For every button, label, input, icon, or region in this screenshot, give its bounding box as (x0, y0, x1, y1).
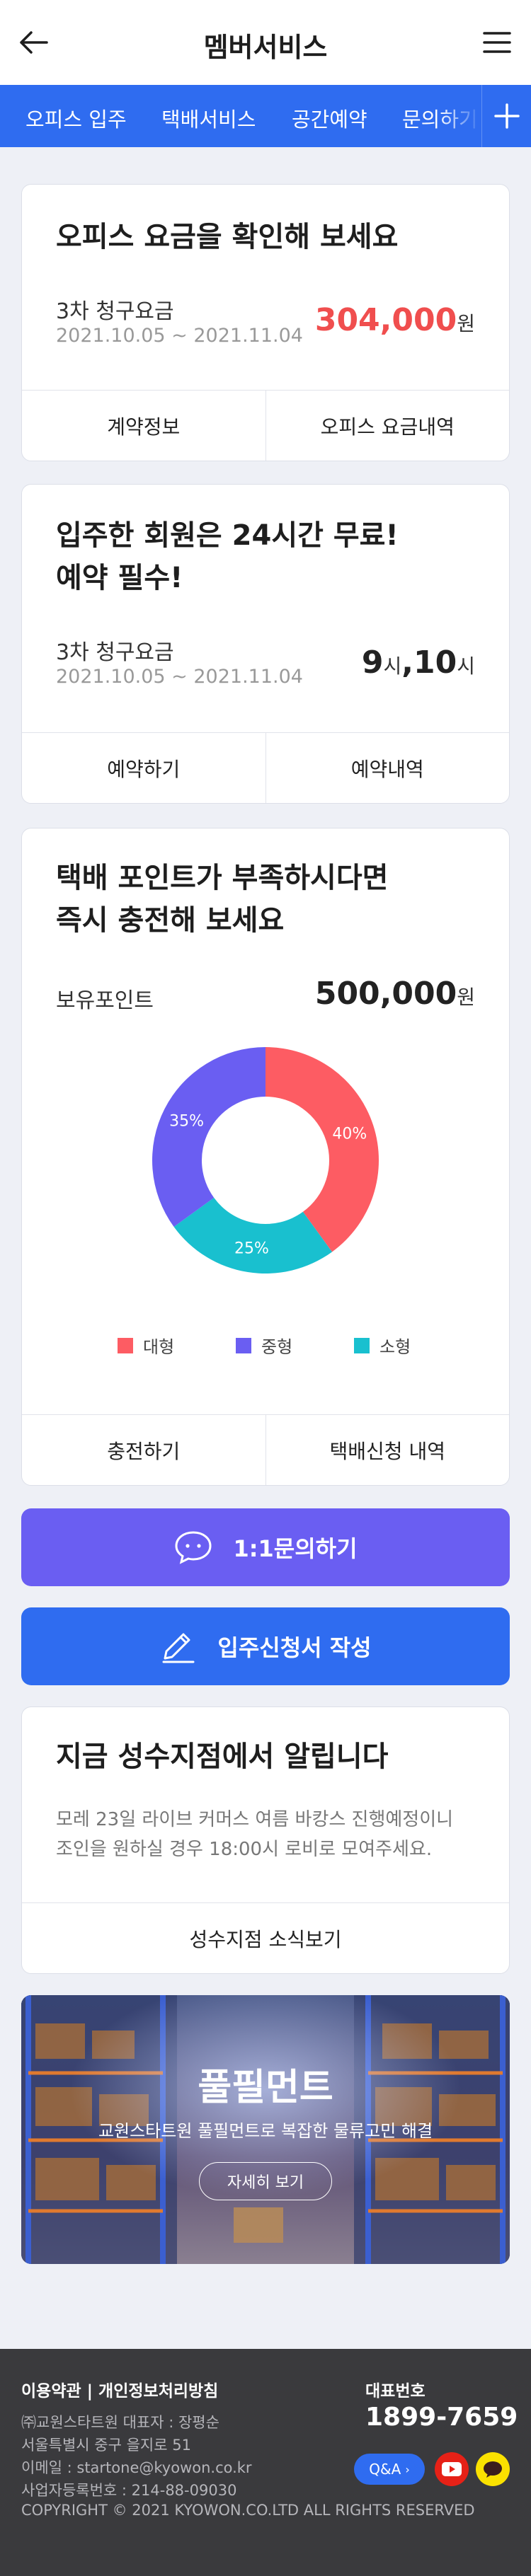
meeting-card-buttons: 예약하기 예약내역 (22, 732, 509, 803)
inquiry-label: 1:1문의하기 (233, 1535, 358, 1562)
copyright: COPYRIGHT © 2021 KYOWON.CO.LTD ALL RIGHT… (21, 2502, 475, 2519)
points-unit: 원 (457, 986, 475, 1009)
points-value: 500,000 (314, 976, 457, 1012)
bill-label: 3차 청구요금 (56, 299, 174, 324)
company-info: ㈜교원스타트원 대표자 : 장평순 (21, 2414, 219, 2431)
rep-number[interactable]: 1899-7659 (365, 2403, 518, 2432)
tab-office[interactable]: 오피스 입주 (25, 103, 127, 133)
chat-bubble-icon (173, 1530, 213, 1565)
qa-label: Q&A (369, 2461, 401, 2478)
legend-swatch-2 (354, 1337, 370, 1353)
office-card-buttons: 계약정보 오피스 요금내역 (22, 390, 509, 461)
reserve-button[interactable]: 예약하기 (22, 733, 266, 803)
qa-button[interactable]: Q&A › (354, 2454, 425, 2485)
apply-form-button[interactable]: 입주신청서 작성 (21, 1607, 510, 1685)
contract-info-button[interactable]: 계약정보 (22, 391, 266, 461)
kakaotalk-icon[interactable] (476, 2452, 510, 2486)
branch-news-button[interactable]: 성수지점 소식보기 (22, 1903, 509, 1973)
charge-button[interactable]: 충전하기 (22, 1415, 266, 1485)
usage-hours: 9시,10시 (362, 645, 475, 681)
app-header: 멤버서비스 (0, 0, 531, 85)
donut-slice-0 (266, 1047, 379, 1252)
reservation-history-button[interactable]: 예약내역 (265, 733, 510, 803)
plus-icon[interactable] (481, 85, 531, 147)
notice-card-buttons: 성수지점 소식보기 (22, 1902, 509, 1973)
card-title-line2: 즉시 충전해 보세요 (56, 904, 285, 937)
page-title: 멤버서비스 (203, 32, 328, 63)
legend-swatch-1 (236, 1337, 251, 1353)
count-value: 10 (413, 645, 457, 681)
hours-value: 9 (361, 645, 384, 681)
banner-title: 풀필먼트 (198, 2067, 333, 2109)
legend-item-0: 대형 (118, 1333, 174, 1358)
banner-more-button[interactable]: 자세히 보기 (199, 2162, 332, 2200)
business-number: 사업자등록번호 : 214-88-09030 (21, 2482, 237, 2499)
points-amount: 500,000원 (315, 976, 475, 1012)
pencil-icon (159, 1629, 198, 1664)
legend-label-1: 중형 (261, 1337, 293, 1357)
donut-slice-2 (152, 1047, 266, 1228)
parcel-history-button[interactable]: 택배신청 내역 (265, 1415, 510, 1485)
parcel-size-donut-chart: 40% 25% 35% (152, 1047, 379, 1273)
terms-privacy-links[interactable]: 이용약관 | 개인정보처리방침 (21, 2377, 218, 2401)
chevron-right-icon: › (405, 2462, 410, 2476)
inquiry-button[interactable]: 1:1문의하기 (21, 1508, 510, 1586)
bill-amount: 304,000원 (315, 302, 475, 338)
card-title-line1: 택배 포인트가 부족하시다면 (56, 862, 389, 894)
donut-slice-label-2: 35% (169, 1112, 204, 1130)
company-email: 이메일 : startone@kyowon.co.kr (21, 2459, 252, 2476)
card-title: 오피스 요금을 확인해 보세요 (56, 221, 399, 253)
bill-period: 2021.10.05 ~ 2021.11.04 (56, 325, 303, 347)
banner-subtitle: 교원스타트원 풀필먼트로 복잡한 물류고민 해결 (98, 2121, 433, 2141)
donut-slice-label-0: 40% (332, 1125, 367, 1143)
card-title-line1: 입주한 회원은 24시간 무료! (56, 519, 399, 552)
legend-label-0: 대형 (143, 1337, 175, 1357)
branch-notice-card: 지금 성수지점에서 알립니다 모레 23일 라이브 커머스 여름 바캉스 진행예… (21, 1706, 510, 1974)
service-tabs: 오피스 입주 택배서비스 공간예약 문의하기 (0, 85, 531, 147)
legend-item-1: 중형 (236, 1333, 292, 1358)
amount-unit: 원 (457, 312, 475, 335)
points-label: 보유포인트 (56, 988, 154, 1013)
bill-label: 3차 청구요금 (56, 640, 174, 665)
youtube-icon[interactable] (435, 2452, 469, 2486)
meeting-room-card: 입주한 회원은 24시간 무료! 예약 필수! 3차 청구요금 2021.10.… (21, 484, 510, 804)
amount-value: 304,000 (314, 302, 457, 338)
tab-space-booking[interactable]: 공간예약 (292, 103, 367, 133)
notice-body-line1: 모레 23일 라이브 커머스 여름 바캉스 진행예정이니 (56, 1809, 454, 1830)
tab-fade (439, 85, 481, 147)
office-fee-card: 오피스 요금을 확인해 보세요 3차 청구요금 2021.10.05 ~ 202… (21, 184, 510, 461)
office-fee-history-button[interactable]: 오피스 요금내역 (265, 391, 510, 461)
count-unit: 시 (457, 654, 475, 678)
donut-slice-label-1: 25% (234, 1240, 269, 1257)
notice-body-line2: 조인을 원하실 경우 18:00시 로비로 모여주세요. (56, 1839, 433, 1860)
legend-swatch-0 (118, 1337, 133, 1353)
fulfillment-banner[interactable]: 풀필먼트 교원스타트원 풀필먼트로 복잡한 물류고민 해결 자세히 보기 (21, 1995, 510, 2264)
legend-label-2: 소형 (379, 1337, 411, 1357)
apply-label: 입주신청서 작성 (217, 1634, 372, 1661)
parcel-card-buttons: 충전하기 택배신청 내역 (22, 1414, 509, 1485)
separator: , (401, 645, 413, 681)
legend-item-2: 소형 (354, 1333, 411, 1358)
hours-unit: 시 (383, 654, 402, 678)
notice-title: 지금 성수지점에서 알립니다 (56, 1740, 389, 1773)
card-title-line2: 예약 필수! (56, 562, 183, 594)
bill-period: 2021.10.05 ~ 2021.11.04 (56, 666, 303, 688)
hamburger-menu-icon[interactable] (481, 28, 513, 57)
tab-parcel[interactable]: 택배서비스 (161, 103, 256, 133)
rep-number-label: 대표번호 (365, 2382, 426, 2401)
site-footer: 이용약관 | 개인정보처리방침 ㈜교원스타트원 대표자 : 장평순 서울특별시 … (0, 2349, 531, 2576)
company-address: 서울특별시 중구 을지로 51 (21, 2437, 191, 2454)
